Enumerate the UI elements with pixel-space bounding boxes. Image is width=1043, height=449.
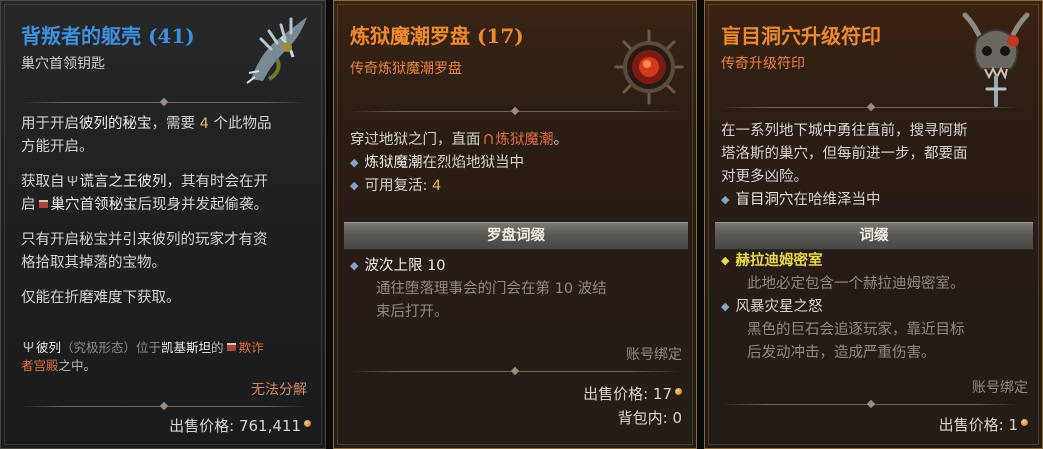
- flame-gate-icon: [483, 133, 493, 144]
- bullet-icon: ◆: [721, 193, 730, 206]
- item-type: 巢穴首领钥匙: [21, 56, 105, 72]
- trident-icon: [67, 176, 77, 186]
- divider: [350, 106, 680, 116]
- boss-location: 彼列（究极形态）位于凯基斯坦的 欺诈 者宫殿之中。: [21, 340, 264, 373]
- sell-price: 出售价格: 17: [583, 383, 682, 404]
- trident-icon: [23, 342, 34, 352]
- gold-coin-icon: [675, 388, 682, 395]
- divider: [21, 401, 307, 411]
- account-bound-label: 账号绑定: [626, 347, 682, 363]
- description: 用于开启彼列的秘宝，需要 4 个此物品 方能开启。 获取自 谎言之王彼列，其有时会…: [21, 116, 272, 306]
- divider: [350, 366, 680, 376]
- bullet-icon: ◆: [721, 254, 730, 267]
- item-tooltip-betrayers-husk: 背叛者的躯壳 (41) 巢穴首领钥匙 用于开启彼列的秘宝，需要 4 个此物品 方…: [0, 0, 326, 449]
- infernal-compass-icon: [614, 29, 684, 105]
- affix-list: ◆ 波次上限 10 通往堕落理事会的门会在第 10 波结 束后打开。: [350, 258, 607, 320]
- item-title: 炼狱魔潮罗盘 (17): [350, 24, 524, 48]
- spine-claw-icon: [246, 17, 307, 84]
- no-salvage-label: 无法分解: [251, 382, 307, 398]
- bullet-icon: ◆: [350, 156, 359, 169]
- description: 在一系列地下城中勇往直前，搜寻阿斯 塔洛斯的巢穴，但每前进一步，都要面 对更多凶…: [721, 123, 968, 208]
- in-bag-count: 背包内: 0: [617, 409, 682, 427]
- horned-skull-sigil-icon: [962, 12, 1030, 107]
- divider: [721, 399, 1021, 409]
- item-tooltip-blind-burrows-sigil: 盲目洞穴升级符印 传奇升级符印 在一系列地下城中勇往直前，搜寻阿斯 塔洛斯的巢穴…: [704, 0, 1043, 449]
- item-type: 传奇升级符印: [721, 56, 805, 72]
- sell-price: 出售价格: 761,411: [169, 415, 311, 436]
- description: 穿过地狱之门，直面 炼狱魔潮。 ◆ 炼狱魔潮在烈焰地狱当中 ◆ 可用复活: 4: [350, 132, 568, 194]
- account-bound-label: 账号绑定: [972, 380, 1028, 396]
- section-header-affixes: 词缀: [715, 222, 1033, 250]
- affix-list: ◆ 赫拉迪姆密室 此地必定包含一个赫拉迪姆密室。 ◆ 风暴灾星之怒 黑色的巨石会追逐…: [721, 253, 965, 361]
- item-title: 背叛者的躯壳 (41): [21, 24, 195, 48]
- item-title: 盲目洞穴升级符印: [721, 24, 881, 48]
- bullet-icon: ◆: [350, 259, 359, 272]
- sell-price: 出售价格: 1: [939, 414, 1028, 435]
- item-tooltip-infernal-compass: 炼狱魔潮罗盘 (17) 传奇炼狱魔潮罗盘 穿过地狱之门，直面 炼狱魔潮。 ◆ 炼狱魔…: [333, 0, 697, 449]
- bullet-icon: ◆: [350, 179, 359, 192]
- chest-icon: [226, 343, 236, 351]
- gold-coin-icon: [1021, 419, 1028, 426]
- divider: [721, 102, 1021, 112]
- divider: [21, 97, 307, 107]
- bullet-icon: ◆: [721, 300, 730, 313]
- chest-icon: [38, 200, 48, 208]
- item-type: 传奇炼狱魔潮罗盘: [350, 61, 462, 77]
- section-header-compass-affixes: 罗盘词缀: [344, 222, 688, 250]
- gold-coin-icon: [304, 420, 311, 427]
